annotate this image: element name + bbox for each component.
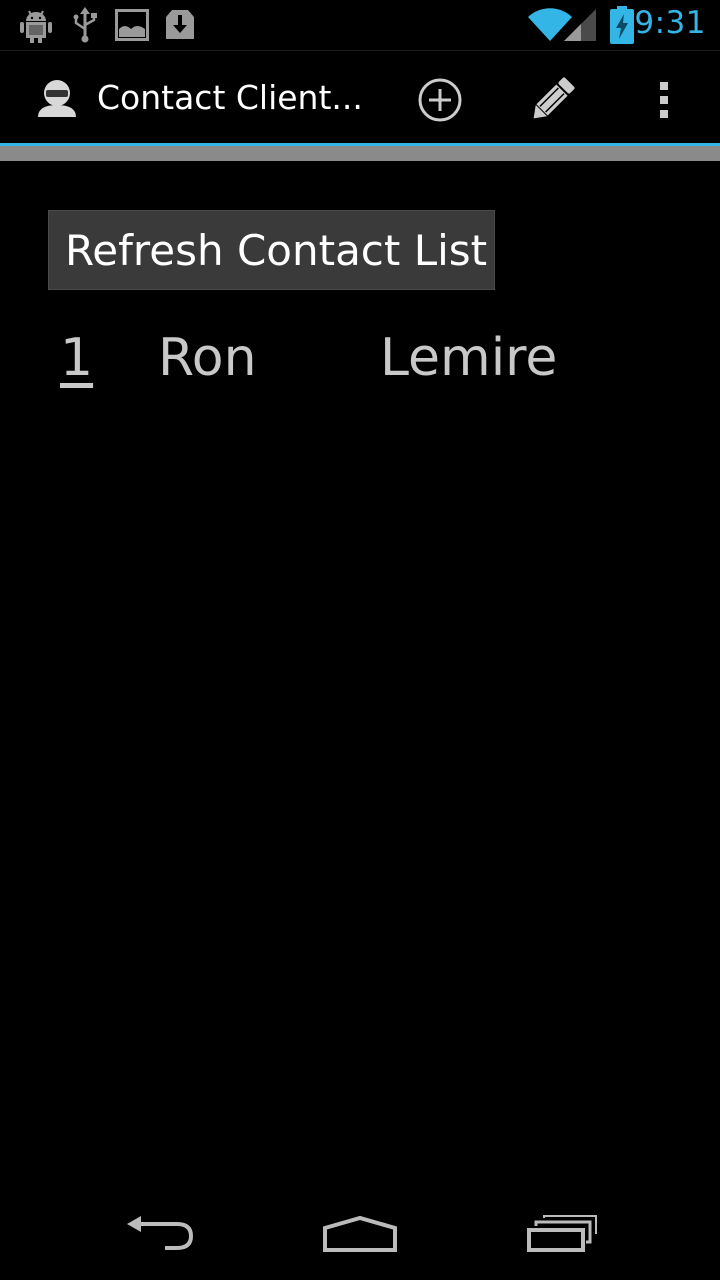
download-icon [163,7,197,47]
edit-button[interactable] [522,71,582,129]
app-title: Contact Client... [97,78,363,117]
navigation-bar [0,1184,720,1280]
back-button[interactable] [110,1204,210,1264]
image-icon [115,7,149,47]
contact-id[interactable]: 1 [60,328,93,388]
home-button[interactable] [310,1204,410,1264]
app-icon[interactable] [34,77,80,125]
add-button[interactable] [410,71,470,129]
refresh-contact-list-button[interactable]: Refresh Contact List [48,210,495,290]
home-icon [323,1215,397,1252]
overflow-menu-icon [660,82,668,118]
tab-strip [0,146,720,161]
status-time: 9:31 [634,5,706,41]
signal-icon [563,8,597,46]
overflow-menu-button[interactable] [634,71,694,129]
battery-charging-icon [610,6,634,48]
android-debug-icon [20,7,52,47]
recents-icon [527,1215,597,1252]
back-icon [127,1216,194,1250]
add-icon [418,78,462,122]
usb-icon [72,7,98,47]
contact-last-name: Lemire [380,328,558,388]
contact-row[interactable]: 1 Ron Lemire [0,322,720,402]
contact-first-name: Ron [158,328,257,388]
edit-icon [533,77,575,119]
action-bar: Contact Client... [0,50,720,144]
recents-button[interactable] [512,1204,612,1264]
status-bar: 9:31 [0,0,720,50]
